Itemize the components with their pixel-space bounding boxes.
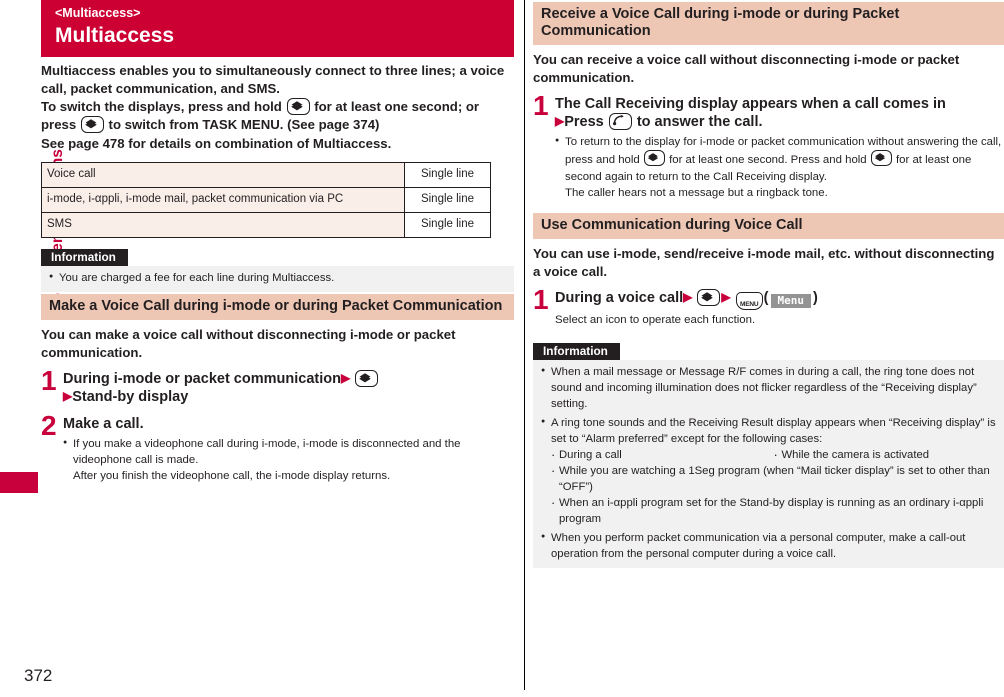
step-number: 2	[41, 410, 57, 442]
step-1-receive: 1 The Call Receiving display appears whe…	[533, 89, 1004, 201]
arrow-icon: ▶	[340, 370, 351, 385]
chapter-tab-strip: Convenient Functions	[0, 0, 66, 697]
menu-key-icon: MENU	[735, 291, 763, 310]
table-row: i-mode, i-αppli, i-mode mail, packet com…	[41, 186, 491, 213]
right-column: Receive a Voice Call during i-mode or du…	[533, 0, 1004, 690]
information-sub-item: While the camera is activated	[774, 446, 997, 464]
step-bullet-line-2: After you finish the videophone call, th…	[73, 470, 391, 483]
page-title-banner: <Multiaccess> Multiaccess	[41, 0, 514, 57]
step-title: During i-mode or packet communication▶ ▶…	[63, 369, 514, 408]
page-title-kicker: <Multiaccess>	[55, 6, 141, 20]
step-bullet-line-2: for at least one second. Press and hold	[669, 154, 867, 167]
table-cell-value: Single line	[404, 211, 491, 238]
step-title: During a voice call▶ ▶ MENU(Menu)	[555, 288, 1004, 310]
table-cell-name: i-mode, i-αppli, i-mode mail, packet com…	[41, 186, 405, 213]
paren-open: (	[763, 289, 769, 306]
step-1-use-communication: 1 During a voice call▶ ▶ MENU(Menu) Sele…	[533, 283, 1004, 328]
step-number: 1	[533, 283, 549, 315]
information-item-text: A ring tone sounds and the Receiving Res…	[551, 416, 996, 445]
step-title: Make a call.	[63, 416, 144, 433]
table-cell-value: Single line	[404, 161, 491, 188]
table-row: SMS Single line	[41, 211, 491, 238]
information-item: You are charged a fee for each line duri…	[49, 270, 506, 286]
step-title-text: The Call Receiving display appears when …	[555, 95, 946, 112]
arrow-icon: ▶	[555, 114, 565, 129]
information-item: When a mail message or Message R/F comes…	[541, 364, 996, 412]
step-title-text-2: Press	[564, 114, 604, 131]
intro-paragraph: Multiaccess enables you to simultaneousl…	[41, 62, 514, 153]
step-title: The Call Receiving display appears when …	[555, 95, 1004, 133]
menu-key-label: MENU	[740, 300, 759, 308]
table-cell-value: Single line	[404, 186, 491, 213]
multitask-key-icon	[286, 98, 310, 116]
information-label: Information	[533, 342, 620, 360]
information-item: When you perform packet communication vi…	[541, 530, 996, 562]
intro-line-2c: to switch from TASK MENU. (See page 374)	[108, 117, 380, 133]
chapter-tab-marker	[0, 472, 38, 493]
information-item: A ring tone sounds and the Receiving Res…	[541, 415, 996, 527]
table-row: Voice call Single line	[41, 161, 491, 188]
section-lead-text: You can receive a voice call without dis…	[533, 51, 960, 85]
information-sub-item: When an i-αppli program set for the Stan…	[551, 494, 996, 527]
multitask-key-icon	[80, 116, 104, 134]
section-header-receive-voice-call: Receive a Voice Call during i-mode or du…	[533, 2, 1004, 45]
step-2: 2 Make a call. If you make a videophone …	[41, 410, 514, 485]
step-title-text: During i-mode or packet communication	[63, 370, 341, 387]
section-lead-text: You can make a voice call without discon…	[41, 326, 456, 360]
step-1: 1 During i-mode or packet communication▶…	[41, 364, 514, 408]
call-key-icon	[608, 113, 632, 131]
left-column: <Multiaccess> Multiaccess Multiaccess en…	[41, 0, 514, 690]
multitask-key-icon	[697, 288, 721, 306]
arrow-icon: ▶	[721, 289, 731, 304]
information-sub-item: While you are watching a 1Seg program (w…	[551, 462, 996, 495]
information-block: Information You are charged a fee for ea…	[41, 248, 514, 292]
multitask-key-icon	[355, 369, 379, 387]
step-bullet: If you make a videophone call during i-m…	[63, 436, 514, 485]
information-body: When a mail message or Message R/F comes…	[533, 359, 1004, 569]
step-number: 1	[533, 89, 549, 121]
information-label: Information	[41, 248, 128, 266]
step-title-text-2: Stand-by display	[72, 389, 189, 406]
arrow-icon: ▶	[683, 289, 693, 304]
paren-close: )	[813, 289, 818, 306]
table-cell-name: SMS	[41, 211, 405, 238]
step-sub-text: Select an icon to operate each function.	[555, 313, 756, 326]
step-bullet-line-1: If you make a videophone call during i-m…	[73, 438, 461, 467]
intro-line-3: See page 478 for details on combination …	[41, 135, 392, 151]
information-body: You are charged a fee for each line duri…	[41, 265, 514, 292]
page-title: Multiaccess	[55, 23, 175, 47]
step-number: 1	[41, 364, 57, 396]
information-sub-columns: During a call While the camera is activa…	[551, 446, 997, 464]
multitask-key-icon	[643, 150, 665, 167]
section-header-make-voice-call: Make a Voice Call during i-mode or durin…	[41, 293, 514, 320]
multiaccess-table: Voice call Single line i-mode, i-αppli, …	[41, 161, 491, 238]
section-lead-text: You can use i-mode, send/receive i-mode …	[533, 245, 995, 279]
step-bullet-line-4: The caller hears not a message but a rin…	[565, 186, 828, 199]
table-cell-name: Voice call	[41, 161, 405, 188]
intro-line-1: Multiaccess enables you to simultaneousl…	[41, 62, 505, 97]
step-title-text: During a voice call	[555, 289, 684, 306]
step-title-text-3: to answer the call.	[636, 114, 763, 131]
section-header-use-communication: Use Communication during Voice Call	[533, 212, 1004, 239]
intro-line-2a: To switch the displays, press and hold	[41, 99, 282, 115]
arrow-icon: ▶	[63, 389, 73, 404]
step-bullet: To return to the display for i-mode or p…	[555, 134, 1004, 201]
column-divider	[524, 0, 525, 690]
information-sub-item: During a call	[551, 446, 774, 464]
multitask-key-icon	[870, 150, 892, 167]
information-block: Information When a mail message or Messa…	[533, 342, 1004, 569]
softkey-label: Menu	[770, 293, 812, 308]
